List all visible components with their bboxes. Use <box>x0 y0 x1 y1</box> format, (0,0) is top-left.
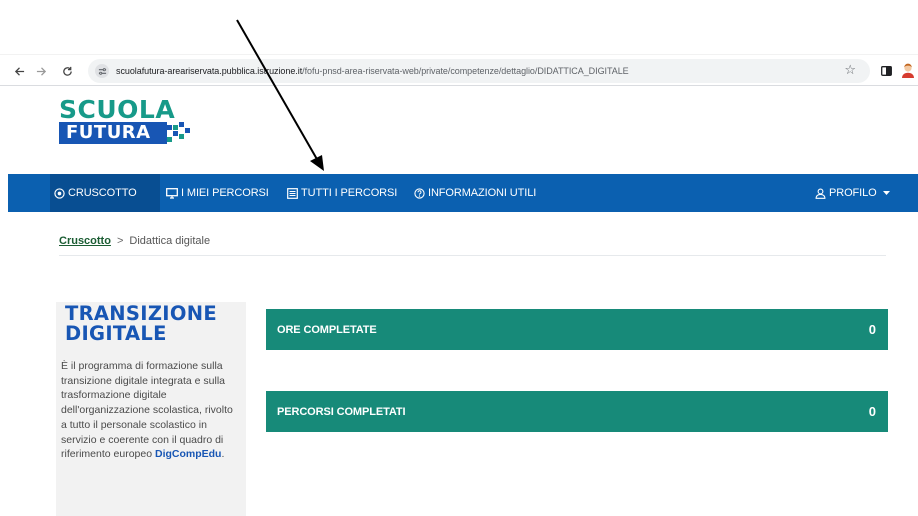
bookmark-star-icon[interactable]: ☆ <box>844 62 856 78</box>
annotation-arrow-head <box>310 155 324 171</box>
nav-item-label: TUTTI I PERCORSI <box>301 187 398 199</box>
nav-item-informazioni-utili[interactable]: INFORMAZIONI UTILI <box>414 174 536 212</box>
breadcrumb-separator: > <box>116 235 124 247</box>
program-info-panel: TRANSIZIONE DIGITALE È il programma di f… <box>56 302 246 516</box>
user-icon <box>815 188 826 199</box>
stat-label: ORE COMPLETATE <box>277 323 377 336</box>
scuola-futura-logo[interactable]: SCUOLA FUTURA <box>59 97 191 149</box>
stat-percorsi-completati: PERCORSI COMPLETATI 0 <box>266 391 888 432</box>
side-panel-icon[interactable] <box>876 55 896 87</box>
program-title-line-1: TRANSIZIONE <box>65 302 217 325</box>
digcompedu-link[interactable]: DigCompEdu <box>155 448 222 460</box>
breadcrumb: Cruscotto > Didattica digitale <box>59 235 210 247</box>
breadcrumb-link-cruscotto[interactable]: Cruscotto <box>59 235 111 247</box>
site-info-icon[interactable] <box>95 64 109 78</box>
breadcrumb-divider <box>59 255 886 256</box>
program-description-text: È il programma di formazione sulla trans… <box>61 360 233 461</box>
back-arrow-icon[interactable] <box>9 55 29 87</box>
help-circle-icon <box>414 187 425 199</box>
monitor-icon <box>166 187 178 199</box>
browser-toolbar: scuolafutura-areariservata.pubblica.istr… <box>0 54 918 86</box>
profile-label: PROFILO <box>829 187 877 199</box>
nav-item-cruscotto[interactable]: CRUSCOTTO <box>54 174 137 212</box>
caret-down-icon <box>882 190 890 195</box>
nav-item-i-miei-percorsi[interactable]: I MIEI PERCORSI <box>166 174 269 212</box>
address-bar[interactable]: scuolafutura-areariservata.pubblica.istr… <box>88 59 870 83</box>
list-icon <box>287 187 298 199</box>
stat-label: PERCORSI COMPLETATI <box>277 405 406 418</box>
logo-pixel-mark <box>167 122 191 144</box>
nav-item-label: INFORMAZIONI UTILI <box>428 187 537 199</box>
description-end-punct: . <box>221 448 225 461</box>
breadcrumb-current: Didattica digitale <box>129 235 211 247</box>
stat-value: 0 <box>868 404 876 419</box>
stat-ore-completate: ORE COMPLETATE 0 <box>266 309 888 350</box>
nav-item-label: CRUSCOTTO <box>68 187 137 199</box>
dashboard-icon <box>54 187 65 199</box>
stat-value: 0 <box>868 322 876 337</box>
program-description: È il programma di formazione sulla trans… <box>61 359 237 462</box>
url-text[interactable]: scuolafutura-areariservata.pubblica.istr… <box>116 64 629 78</box>
nav-item-tutti-i-percorsi[interactable]: TUTTI I PERCORSI <box>287 174 397 212</box>
profile-avatar-icon[interactable] <box>898 55 918 87</box>
nav-item-label: I MIEI PERCORSI <box>181 187 269 199</box>
logo-line-2: FUTURA <box>59 122 167 144</box>
profile-menu-button[interactable]: PROFILO <box>815 174 890 212</box>
forward-arrow-icon[interactable] <box>31 55 51 87</box>
reload-icon[interactable] <box>57 55 77 87</box>
main-nav: CRUSCOTTO I MIEI PERCORSI TUTTI I PERCOR… <box>8 174 918 212</box>
program-title-line-2: DIGITALE <box>65 322 167 345</box>
program-title: TRANSIZIONE DIGITALE <box>65 304 217 344</box>
logo-line-1: SCUOLA <box>59 95 176 124</box>
annotation-arrow-shaft <box>236 19 319 162</box>
